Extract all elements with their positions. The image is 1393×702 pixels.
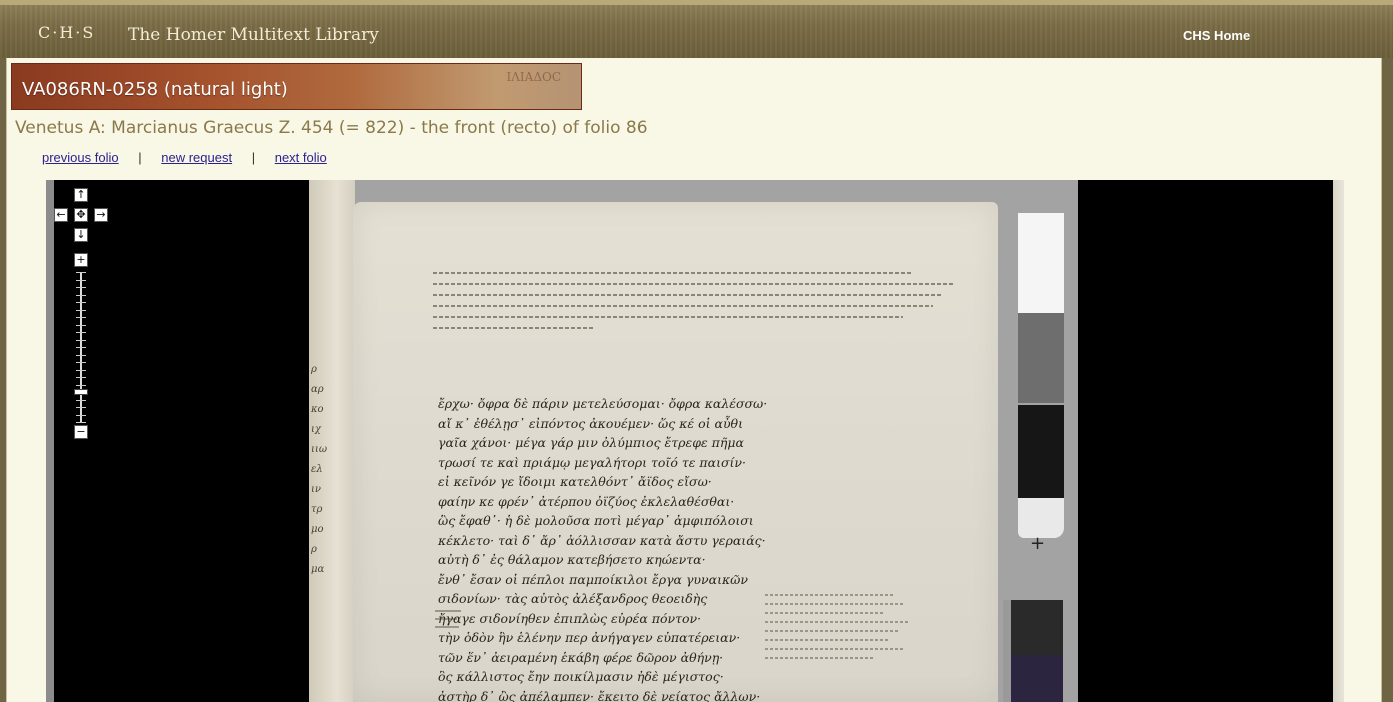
adjacent-page-right-edge xyxy=(1333,180,1344,702)
zoom-slider-tick xyxy=(76,287,86,288)
library-title: The Homer Multitext Library xyxy=(128,25,379,45)
color-calibration-card: + xyxy=(1018,213,1064,554)
pan-left-button[interactable]: ← xyxy=(54,208,68,222)
image-id-title: VA086RN-0258 (natural light) xyxy=(22,79,288,100)
banner-manuscript-decoration: ΙΛΙΑΔΟϹ xyxy=(506,70,562,84)
image-banner: ΙΛΙΑΔΟϹ VA086RN-0258 (natural light) xyxy=(11,63,582,110)
zoom-slider-tick xyxy=(76,279,86,281)
zoom-out-button[interactable]: − xyxy=(74,425,88,439)
nav-separator: | xyxy=(138,150,142,165)
folio-image[interactable]: ρ αρ κο ιχ ιιω ελ ιν τρ μο ρ μα ἔρχω· ὄφρα δὲ πάρι… xyxy=(309,180,1078,702)
zoom-slider-tick xyxy=(76,354,86,356)
viewer-left-edge xyxy=(46,180,54,702)
zoom-slider-tick xyxy=(76,384,86,386)
previous-folio-link[interactable]: previous folio xyxy=(42,150,119,165)
zoom-slider-tick xyxy=(76,272,86,273)
new-request-link[interactable]: new request xyxy=(161,150,232,165)
chs-home-link[interactable]: CHS Home xyxy=(1183,28,1250,43)
zoom-slider-handle[interactable] xyxy=(74,389,88,395)
zoom-slider-tick xyxy=(76,324,86,326)
zoom-slider-tick xyxy=(76,339,86,341)
zoom-slider-tick xyxy=(76,309,86,311)
crosshair-icon: + xyxy=(1030,533,1046,554)
next-folio-link[interactable]: next folio xyxy=(275,150,327,165)
main-content: ΙΛΙΑΔΟϹ VA086RN-0258 (natural light) Ven… xyxy=(6,58,1382,702)
margin-scholia xyxy=(765,594,915,666)
left-margin-scholia xyxy=(435,610,463,634)
home-button[interactable]: ✥ xyxy=(74,208,88,222)
parchment-page: ἔρχω· ὄφρα δὲ πάριν μετελεύσομαι· ὄφρα κ… xyxy=(353,202,998,702)
zoom-slider-tick xyxy=(76,317,86,318)
iliad-main-text: ἔρχω· ὄφρα δὲ πάριν μετελεύσομαι· ὄφρα κ… xyxy=(438,396,768,702)
zoom-slider-tick xyxy=(76,414,86,416)
zoom-slider-tick xyxy=(76,407,86,408)
pan-down-button[interactable]: ↓ xyxy=(74,228,88,242)
folio-navigation: previous folio | new request | next foli… xyxy=(42,150,327,165)
zoom-slider-tick xyxy=(76,369,86,371)
zoom-slider-tick xyxy=(76,422,86,423)
top-scholia xyxy=(433,272,973,338)
pan-right-button[interactable]: → xyxy=(94,208,108,222)
zoom-slider[interactable] xyxy=(74,272,88,423)
zoom-slider-tick xyxy=(76,399,86,401)
zoom-in-button[interactable]: + xyxy=(74,253,88,267)
scale-ruler xyxy=(1003,600,1063,702)
zoom-slider-tick xyxy=(76,347,86,348)
manuscript-description: Venetus A: Marcianus Graecus Z. 454 (= 8… xyxy=(15,118,648,138)
pan-up-button[interactable]: ↑ xyxy=(74,188,88,202)
adjacent-page-margin-text: ρ αρ κο ιχ ιιω ελ ιν τρ μο ρ μα xyxy=(311,364,327,575)
zoom-slider-tick xyxy=(76,294,86,296)
image-viewer[interactable]: ρ αρ κο ιχ ιιω ελ ιν τρ μο ρ μα ἔρχω· ὄφρα δὲ πάρι… xyxy=(46,180,1344,702)
nav-separator: | xyxy=(251,150,256,165)
zoom-slider-tick xyxy=(76,332,86,333)
zoom-slider-tick xyxy=(76,302,86,303)
chs-logo[interactable]: C·H·S xyxy=(38,23,95,42)
site-header: C·H·S The Homer Multitext Library CHS Ho… xyxy=(0,0,1393,58)
zoom-slider-tick xyxy=(76,362,86,363)
zoom-slider-tick xyxy=(76,377,86,378)
